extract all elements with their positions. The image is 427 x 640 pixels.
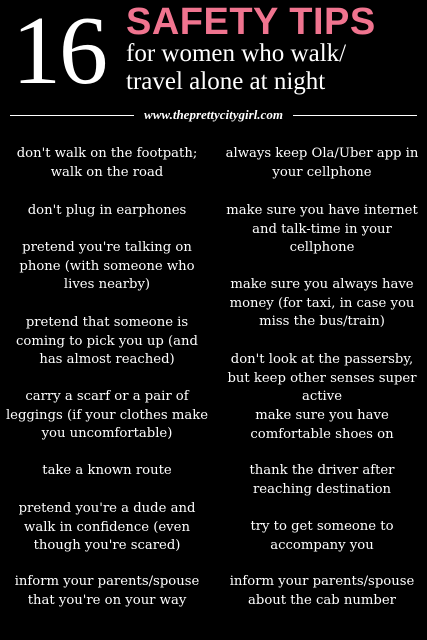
tip-right-1: always keep Ola/Uber app in your cellpho… <box>225 146 419 180</box>
tip-left-4: pretend that someone is coming to pick y… <box>16 315 198 367</box>
subtitle-line-2: travel alone at night <box>126 68 326 95</box>
tip-left-6: take a known route <box>42 463 172 478</box>
tip-left-8: inform your parents/spouse that you're o… <box>14 574 200 608</box>
tip-count-number: 16 <box>12 0 108 105</box>
tip-left-7: pretend you're a dude and walk in confid… <box>18 501 196 553</box>
subtitle-line-1: for women who walk/ <box>126 40 347 67</box>
tip-right-3: make sure you always have money (for tax… <box>229 277 415 329</box>
divider-right <box>292 114 417 116</box>
tip-right-8: inform your parents/spouse about the cab… <box>229 574 415 608</box>
website-banner: www.theprettycitygirl.com <box>10 104 417 126</box>
tip-left-5: carry a scarf or a pair of leggings (if … <box>5 389 209 441</box>
tip-right-6: thank the driver after reaching destinat… <box>249 463 395 497</box>
website-url: www.theprettycitygirl.com <box>144 107 283 122</box>
divider-left <box>10 114 135 116</box>
tip-left-2: don't plug in earphones <box>27 203 187 218</box>
tip-right-4: don't look at the passersby, but keep ot… <box>227 352 417 404</box>
tip-left-1: don't walk on the footpath; walk on the … <box>16 146 198 180</box>
poster-subtitle: for women who walk/ travel alone at nigh… <box>126 40 346 96</box>
tip-left-3: pretend you're talking on phone (with so… <box>19 240 195 292</box>
tip-right-7: try to get someone to accompany you <box>250 519 394 553</box>
tip-right-2: make sure you have internet and talk-tim… <box>226 203 418 255</box>
poster-title: SAFETY TIPS <box>126 1 376 43</box>
tip-right-5: make sure you have comfortable shoes on <box>250 408 394 442</box>
